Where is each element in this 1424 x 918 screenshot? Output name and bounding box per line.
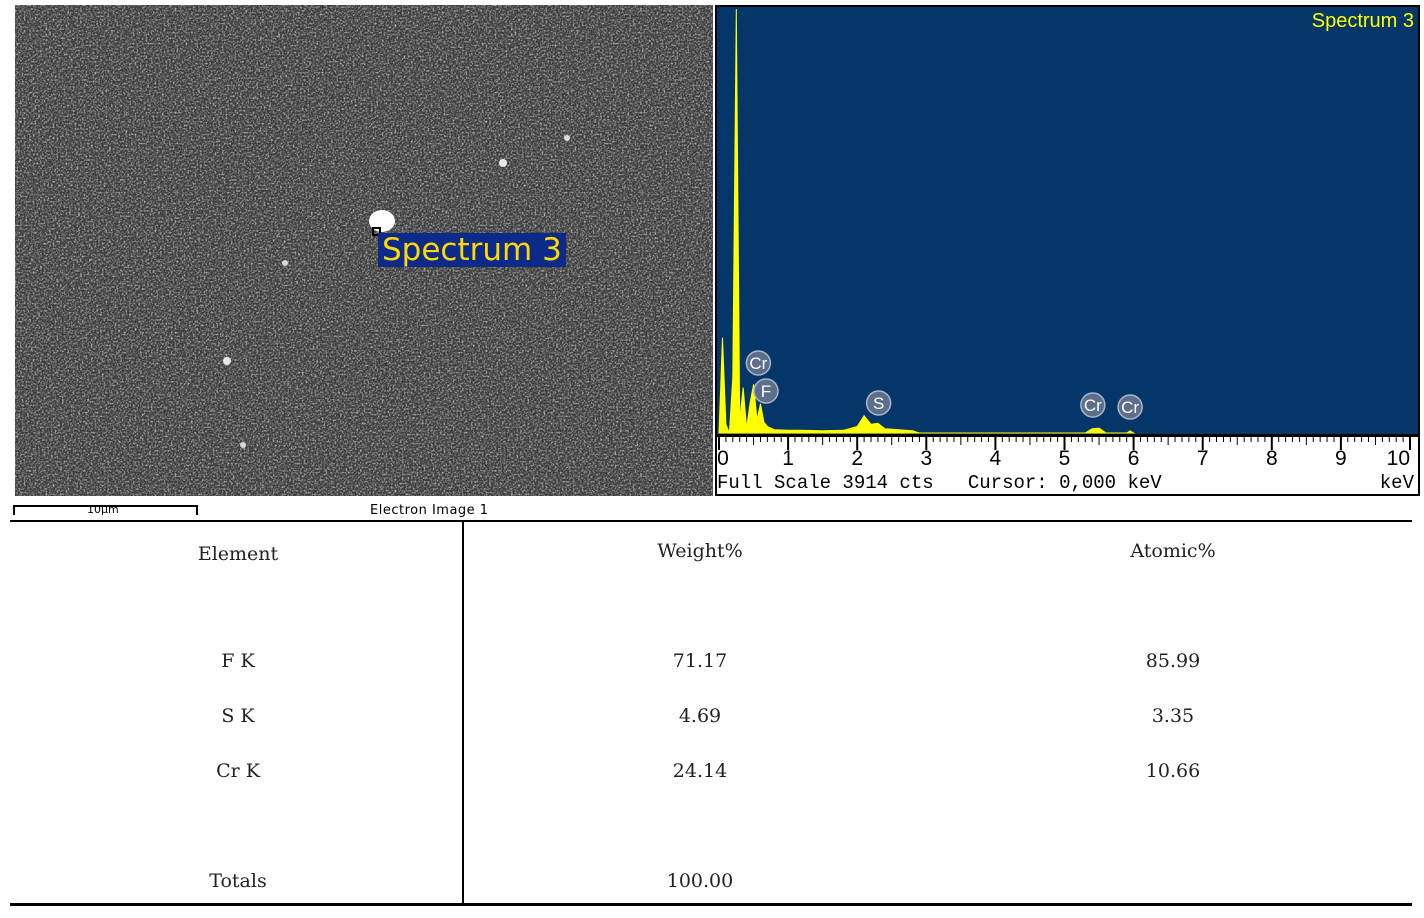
sem-texture	[15, 5, 713, 496]
table-row-0-weight: 71.17	[672, 650, 728, 672]
spectrum-marker-label: Spectrum 3	[378, 233, 566, 267]
totals-weight: 100.00	[666, 870, 734, 892]
peak-label: F	[761, 382, 771, 401]
table-row-1-element: S K	[221, 705, 255, 727]
table-row-1-atomic: 3.35	[1151, 705, 1195, 727]
cursor-text: Cursor: 0,000 keV	[967, 472, 1162, 494]
eds-spectrum-panel: Spectrum 3 0 1 2 3 4 5 6 7 8 9 10 Cr F S Cr Cr Full Scal…	[715, 5, 1420, 496]
x-tick-label: 6	[1128, 447, 1140, 470]
eds-spectrum-chart: Spectrum 3 0 1 2 3 4 5 6 7 8 9 10 Cr F S Cr Cr	[715, 5, 1420, 496]
spectrum-title: Spectrum 3	[1312, 10, 1414, 32]
table-row-2-element: Cr K	[216, 760, 260, 782]
x-tick-label: 10	[1387, 447, 1410, 470]
peak-label: Cr	[749, 354, 767, 373]
table-row-0-element: F K	[221, 650, 255, 672]
sem-electron-image: Spectrum 3	[15, 5, 713, 496]
image-caption: Electron Image 1	[370, 503, 489, 518]
x-tick-label: 4	[990, 447, 1002, 470]
table-row-1-weight: 4.69	[678, 705, 722, 727]
table-row-2-atomic: 10.66	[1145, 760, 1201, 782]
peak-label: Cr	[1084, 396, 1102, 415]
composition-table: Element Weight% Atomic% F K 71.17 85.99 …	[10, 520, 1412, 908]
x-tick-label: 8	[1266, 447, 1278, 470]
table-row-0-atomic: 85.99	[1145, 650, 1201, 672]
x-tick-label: 5	[1059, 447, 1071, 470]
x-tick-label: 1	[782, 447, 794, 470]
header-weight: Weight%	[657, 540, 743, 562]
peak-label: S	[873, 394, 884, 413]
header-element: Element	[197, 543, 279, 565]
eds-plot-area	[716, 6, 1419, 434]
x-tick-label: 9	[1335, 447, 1347, 470]
table-bottom-rule	[10, 903, 1412, 906]
x-axis-unit: keV	[1379, 472, 1414, 494]
scale-bar: 10µm	[13, 502, 198, 516]
table-top-rule	[10, 520, 1412, 522]
header-atomic: Atomic%	[1130, 540, 1216, 562]
x-tick-label: 3	[920, 447, 932, 470]
peak-label: Cr	[1121, 398, 1139, 417]
x-tick-label: 2	[851, 447, 863, 470]
eds-footer-text: Full Scale 3914 cts Cursor: 0,000 keV	[717, 472, 1162, 494]
x-tick-label: 0	[717, 447, 729, 470]
totals-label: Totals	[209, 870, 267, 892]
scale-bar-label: 10µm	[87, 503, 119, 516]
x-tick-label: 7	[1197, 447, 1209, 470]
full-scale-text: Full Scale 3914 cts	[717, 472, 934, 494]
table-column-divider	[462, 522, 464, 903]
table-row-2-weight: 24.14	[672, 760, 728, 782]
